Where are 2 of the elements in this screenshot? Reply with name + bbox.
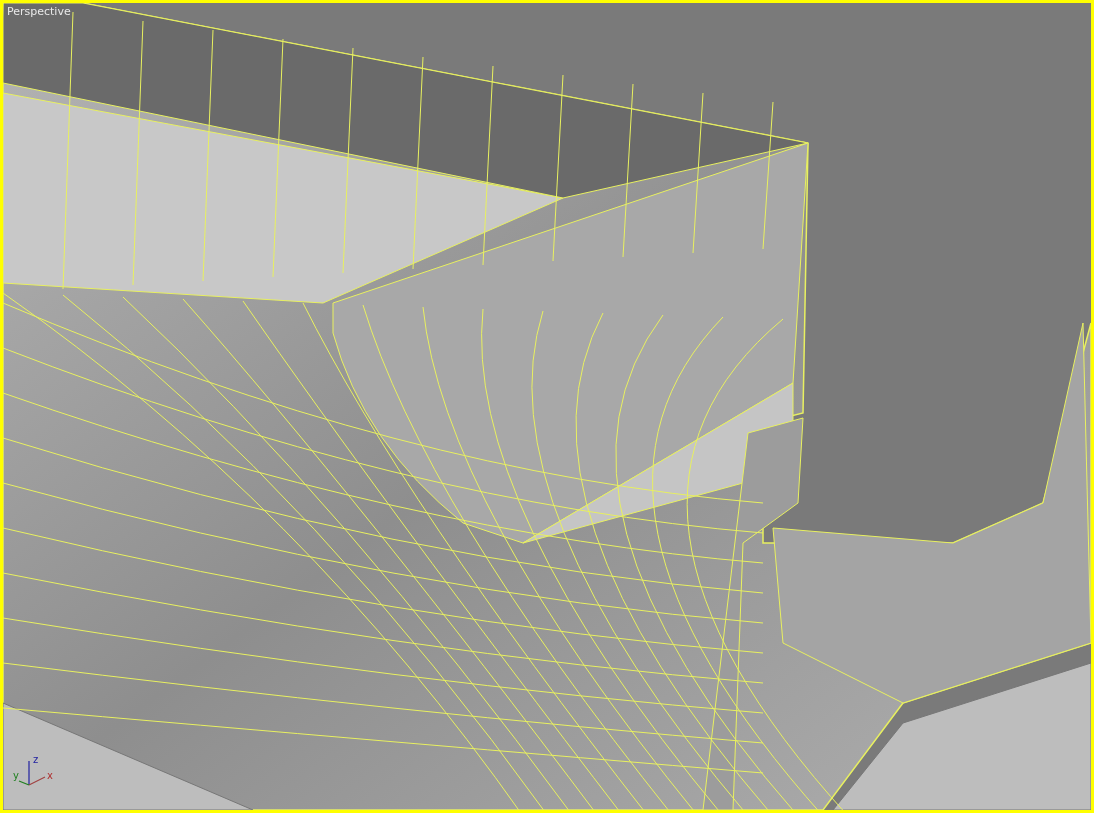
viewport-label[interactable]: Perspective — [7, 5, 71, 18]
viewport[interactable]: Perspective z y x — [0, 0, 1094, 813]
